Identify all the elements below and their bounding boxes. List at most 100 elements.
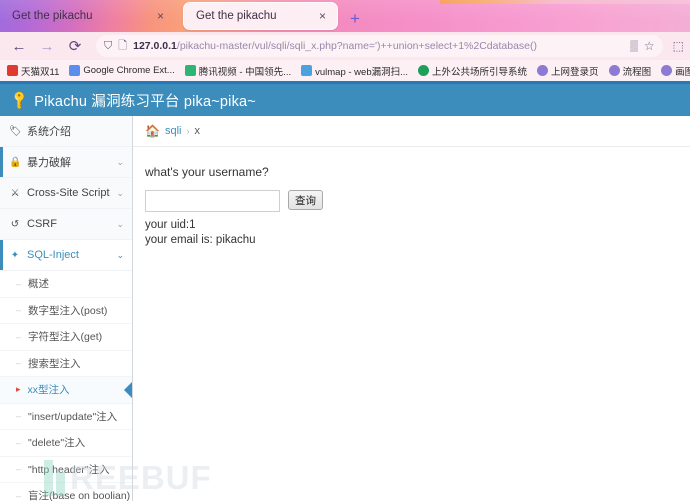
app-header: 🔑 Pikachu 漏洞练习平台 pika~pika~ — [0, 84, 690, 116]
sidebar-item-sql-inject[interactable]: ✦ SQL-Inject ⌄ — [0, 240, 132, 271]
result-email: your email is: pikachu — [145, 234, 256, 246]
omnibox-actions: ▒ ☆ — [630, 39, 655, 53]
sidebar-subitem-label: 盲注(base on boolian) — [28, 490, 131, 501]
bookmark-item[interactable]: 上网登录页 — [534, 64, 602, 78]
sidebar-item-label: SQL-Inject — [27, 249, 79, 261]
bookmark-label: 上外公共场所引导系统 — [432, 66, 528, 78]
xss-icon: ⚔ — [10, 187, 20, 199]
sidebar-subitem-blind-boolean[interactable]: – 盲注(base on boolian) — [0, 483, 132, 501]
bookmark-star-icon[interactable]: ☆ — [644, 39, 655, 53]
bookmark-favicon — [418, 65, 430, 76]
back-button[interactable]: ← — [6, 35, 32, 57]
bookmark-label: vulmap - web漏洞扫... — [315, 66, 409, 78]
bookmark-label: 天猫双11 — [21, 66, 60, 78]
page-info-icon[interactable]: 🗋 — [118, 37, 127, 56]
new-tab-button[interactable]: + — [350, 9, 360, 29]
extensions-icon[interactable]: ⬚ — [673, 39, 684, 53]
sidebar-subitem-label: 搜索型注入 — [28, 357, 81, 370]
sidebar-item-xss[interactable]: ⚔ Cross-Site Scripting ⌄ — [0, 178, 132, 209]
breadcrumb: 🏠 sqli › x — [133, 116, 690, 147]
content-area: 🏠 sqli › x what's your username? 查询 your… — [133, 116, 690, 501]
bookmark-item[interactable]: 流程图 — [606, 64, 655, 78]
sidebar-subitem-label: 数字型注入(post) — [28, 304, 108, 317]
breadcrumb-current: x — [194, 125, 200, 137]
browser-tab-active[interactable]: Get the pikachu × — [183, 2, 338, 30]
sidebar-subitem-label: xx型注入 — [27, 384, 70, 397]
url-text: 127.0.0.1/pikachu-master/vul/sqli/sqli_x… — [133, 40, 624, 52]
qr-code-icon[interactable]: ▒ — [630, 40, 638, 52]
reload-button[interactable]: ⟳ — [62, 35, 88, 57]
form-prompt: what's your username? — [145, 165, 269, 179]
sqli-panel: what's your username? 查询 your uid:1 your… — [133, 147, 690, 248]
bullet-icon: – — [16, 305, 22, 316]
bookmark-label: 上网登录页 — [551, 66, 599, 78]
bullet-icon: – — [16, 358, 22, 369]
bookmark-label: 流程图 — [622, 66, 652, 78]
bookmark-favicon — [301, 65, 313, 76]
bookmark-favicon — [7, 65, 18, 76]
sqli-form: 查询 — [145, 190, 690, 212]
bullet-icon: – — [16, 437, 22, 448]
bookmark-label: 画图 — [675, 66, 690, 78]
sidebar-subitem-search[interactable]: – 搜索型注入 — [0, 350, 132, 377]
bookmark-item[interactable]: 天猫双11 — [4, 64, 62, 78]
bookmark-favicon — [69, 65, 81, 76]
sidebar-subitem-xx-type[interactable]: ▸ xx型注入 — [0, 377, 132, 404]
chevron-down-icon: ⌄ — [116, 156, 124, 167]
sidebar-item-label: Cross-Site Scripting — [27, 187, 110, 199]
result-uid: your uid:1 — [145, 219, 196, 231]
username-input[interactable] — [145, 190, 280, 212]
sidebar-item-label: 系统介绍 — [27, 126, 71, 138]
bookmark-favicon — [608, 65, 620, 76]
sidebar-subitem-label: 概述 — [28, 278, 50, 291]
home-icon[interactable]: 🏠 — [145, 124, 160, 138]
bookmark-label: Google Chrome Ext... — [83, 65, 175, 76]
bookmarks-bar: 天猫双11 Google Chrome Ext... 腾讯视频 - 中国领先..… — [0, 60, 690, 81]
bullet-icon: – — [16, 464, 22, 475]
breadcrumb-link-sqli[interactable]: sqli — [165, 125, 182, 137]
bookmark-item[interactable]: vulmap - web漏洞扫... — [298, 64, 411, 78]
chevron-down-icon: ⌄ — [116, 218, 124, 229]
shield-icon: ⛉ — [104, 39, 113, 52]
sidebar: 🏷 系统介绍 🔒 暴力破解 ⌄ ⚔ Cross-Site Scripting ⌄… — [0, 116, 133, 501]
bookmark-item[interactable]: 上外公共场所引导系统 — [415, 64, 530, 78]
browser-tab-background[interactable]: Get the pikachu × — [0, 2, 175, 30]
sidebar-subitem-overview[interactable]: – 概述 — [0, 271, 132, 298]
sidebar-subitem-numeric-post[interactable]: – 数字型注入(post) — [0, 297, 132, 324]
bookmark-item[interactable]: 画图 — [658, 64, 690, 78]
sidebar-subitem-http-header[interactable]: – "http header"注入 — [0, 456, 132, 483]
bullet-icon: ▸ — [16, 384, 21, 395]
app-title: Pikachu 漏洞练习平台 pika~pika~ — [34, 93, 256, 110]
bookmark-item[interactable]: Google Chrome Ext... — [66, 65, 177, 76]
tab-title: Get the pikachu — [12, 10, 93, 22]
address-bar[interactable]: ⛉ 🗋 127.0.0.1/pikachu-master/vul/sqli/sq… — [96, 35, 663, 57]
bookmark-label: 腾讯视频 - 中国领先... — [198, 66, 292, 78]
forward-button[interactable]: → — [34, 35, 60, 57]
submit-query-button[interactable]: 查询 — [288, 190, 323, 210]
breadcrumb-separator: › — [186, 126, 190, 136]
csrf-icon: ↺ — [10, 218, 20, 230]
sidebar-item-label: CSRF — [27, 218, 57, 230]
sidebar-subitem-delete[interactable]: – "delete"注入 — [0, 430, 132, 457]
bullet-icon: – — [16, 490, 22, 501]
sidebar-item-label: 暴力破解 — [27, 157, 71, 169]
bookmark-favicon — [661, 65, 673, 76]
tab-strip: Get the pikachu × Get the pikachu × + — [0, 0, 690, 32]
sidebar-subitem-string-get[interactable]: – 字符型注入(get) — [0, 324, 132, 351]
app-body: 🏷 系统介绍 🔒 暴力破解 ⌄ ⚔ Cross-Site Scripting ⌄… — [0, 116, 690, 501]
theme-accent-strip — [440, 0, 690, 4]
tab-close-icon[interactable]: × — [154, 10, 167, 22]
web-page: 🔑 Pikachu 漏洞练习平台 pika~pika~ 🏷 系统介绍 🔒 暴力破… — [0, 84, 690, 501]
sidebar-subitem-label: "http header"注入 — [28, 463, 110, 476]
sidebar-item-bruteforce[interactable]: 🔒 暴力破解 ⌄ — [0, 147, 132, 178]
bullet-icon: – — [16, 331, 22, 342]
sidebar-subitem-insert-update[interactable]: – "insert/update"注入 — [0, 403, 132, 430]
bookmark-favicon — [184, 65, 196, 76]
url-host: 127.0.0.1 — [133, 40, 177, 52]
sidebar-item-intro[interactable]: 🏷 系统介绍 — [0, 116, 132, 147]
lock-icon: 🔒 — [9, 156, 22, 168]
bookmark-item[interactable]: 腾讯视频 - 中国领先... — [182, 64, 294, 78]
tab-close-icon[interactable]: × — [316, 10, 329, 22]
sidebar-item-csrf[interactable]: ↺ CSRF ⌄ — [0, 209, 132, 240]
sql-icon: ✦ — [10, 249, 20, 261]
